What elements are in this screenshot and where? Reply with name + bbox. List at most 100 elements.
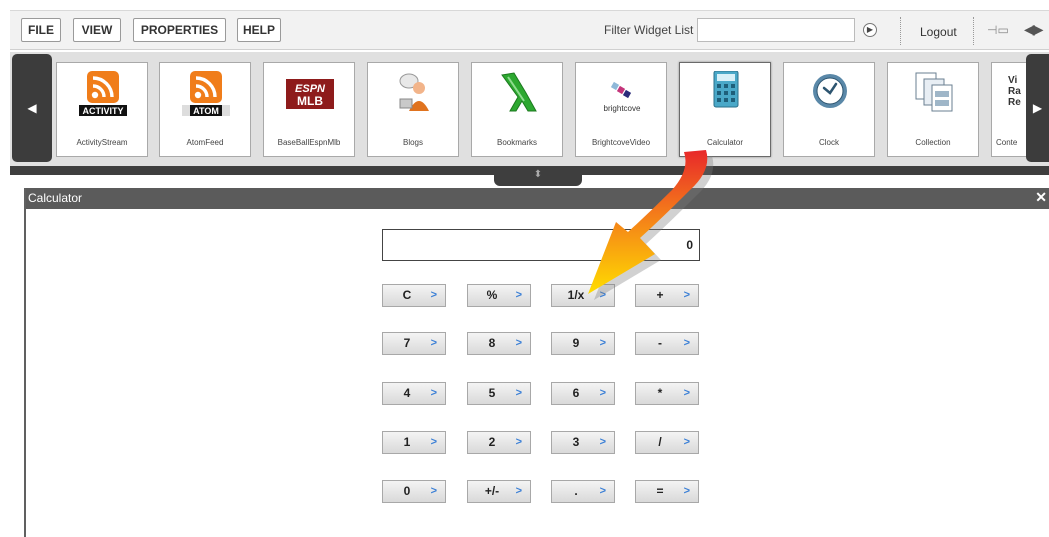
calc-key[interactable]: / > — [635, 431, 699, 454]
brightcove-logo-icon: brightcove — [604, 81, 641, 113]
calc-key[interactable]: 6 > — [551, 382, 615, 405]
blogger-person-icon — [399, 73, 429, 111]
widget-baseballespnmlb[interactable]: ESPN MLB BaseBallEspnMlb — [263, 62, 355, 157]
widget-label: AtomFeed — [186, 138, 224, 147]
calc-key-label: 8 — [488, 336, 496, 350]
help-menu-button[interactable]: HELP — [237, 18, 281, 42]
calc-key-label: + — [656, 288, 664, 302]
calc-key[interactable]: +/- > — [467, 480, 531, 503]
calc-key-label: 4 — [403, 386, 411, 400]
calc-key[interactable]: 7 > — [382, 332, 446, 355]
widget-label: BrightcoveVideo — [591, 138, 651, 147]
widget-atomfeed[interactable]: ATOM AtomFeed — [159, 62, 251, 157]
mlb-text: MLB — [297, 94, 323, 108]
filter-widget-list-label: Filter Widget List — [604, 23, 694, 37]
widget-label: ActivityStream — [76, 138, 128, 147]
chevron-right-icon: > — [515, 337, 522, 349]
widget-blogs[interactable]: Blogs — [367, 62, 459, 157]
calc-key[interactable]: * > — [635, 382, 699, 405]
calc-key[interactable]: 3 > — [551, 431, 615, 454]
chevron-right-icon: > — [683, 337, 690, 349]
chevron-right-icon: > — [683, 485, 690, 497]
calc-key-label: / — [658, 435, 662, 449]
calc-key[interactable]: 1 > — [382, 431, 446, 454]
divider — [900, 17, 901, 45]
brightcove-text: brightcove — [604, 104, 641, 113]
rss-icon: ACTIVITY — [79, 71, 127, 116]
logout-link[interactable]: Logout — [920, 25, 957, 39]
view-menu-button[interactable]: VIEW — [73, 18, 121, 42]
carousel-prev-button[interactable]: ◀ — [12, 54, 52, 162]
calc-key-label: 5 — [488, 386, 496, 400]
divider — [973, 17, 974, 45]
collapse-arrows-icon[interactable]: ◀▶ — [1024, 21, 1043, 38]
calc-key-label: % — [486, 288, 498, 302]
pin-icon[interactable]: ⊣▭ — [987, 23, 1009, 37]
widget-activitystream[interactable]: ACTIVITY ActivityStream — [56, 62, 148, 157]
espn-mlb-icon: ESPN MLB — [286, 79, 334, 109]
widget-label: Clock — [818, 138, 839, 147]
widget-brightcovevideo[interactable]: brightcove BrightcoveVideo — [575, 62, 667, 157]
chevron-right-icon: > — [515, 436, 522, 448]
widget-label: Blogs — [402, 138, 423, 147]
calc-key-label: 6 — [572, 386, 580, 400]
chevron-right-icon: > — [430, 485, 437, 497]
calc-key[interactable]: 5 > — [467, 382, 531, 405]
calc-key-label: . — [574, 484, 578, 498]
calc-key[interactable]: . > — [551, 480, 615, 503]
calculator-window-title: Calculator ✕ — [26, 188, 1049, 209]
window-title-text: Calculator — [28, 191, 83, 205]
calc-key[interactable]: 0 > — [382, 480, 446, 503]
close-icon[interactable]: ✕ — [1035, 188, 1047, 206]
atom-badge: ATOM — [193, 106, 219, 116]
widget-clock[interactable]: Clock — [783, 62, 875, 157]
calc-key-label: 3 — [572, 435, 580, 449]
widget-bookmarks[interactable]: Bookmarks — [471, 62, 563, 157]
chevron-right-icon: > — [430, 337, 437, 349]
carousel-next-button[interactable]: ▶ — [1026, 54, 1049, 162]
calc-key-label: C — [402, 288, 412, 302]
calc-key[interactable]: C > — [382, 284, 446, 307]
chevron-right-icon: > — [599, 436, 606, 448]
widget-calculator[interactable]: Calculator — [679, 62, 771, 157]
calc-key-label: - — [658, 336, 662, 350]
chevron-right-icon: > — [683, 436, 690, 448]
chevron-right-icon: > — [515, 485, 522, 497]
chevron-right-icon: > — [683, 387, 690, 399]
splitter-handle-icon[interactable]: ⬍ — [494, 166, 582, 186]
calc-key[interactable]: 8 > — [467, 332, 531, 355]
chevron-right-icon: > — [430, 387, 437, 399]
calc-key-label: * — [657, 386, 663, 400]
calc-key[interactable]: 1/x > — [551, 284, 615, 307]
bookmark-ribbon-icon — [501, 72, 537, 112]
widget-carousel: ◀ ACTIVITY ActivityStream ATOM AtomFeed — [10, 52, 1049, 166]
calc-key-label: 0 — [403, 484, 411, 498]
chevron-right-icon: > — [599, 289, 606, 301]
atom-feed-icon: ATOM — [182, 71, 230, 116]
calc-key[interactable]: 4 > — [382, 382, 446, 405]
widget-collection[interactable]: Collection — [887, 62, 979, 157]
calc-key-label: 1/x — [567, 288, 585, 302]
calc-key-label: 2 — [488, 435, 496, 449]
filter-widget-list-input[interactable] — [697, 18, 855, 42]
properties-menu-button[interactable]: PROPERTIES — [133, 18, 226, 42]
calc-key[interactable]: = > — [635, 480, 699, 503]
chevron-right-icon: > — [599, 337, 606, 349]
calc-key[interactable]: + > — [635, 284, 699, 307]
calculator-display: 0 — [382, 229, 700, 261]
calculator-icon — [713, 71, 739, 108]
menu-bar: FILE VIEW PROPERTIES HELP Filter Widget … — [10, 10, 1049, 50]
calc-key[interactable]: - > — [635, 332, 699, 355]
widget-label: Calculator — [706, 138, 743, 147]
file-menu-button[interactable]: FILE — [21, 18, 61, 42]
partial-widget-text: Vi Ra Re — [1008, 75, 1021, 108]
filter-go-icon[interactable]: ▶ — [863, 23, 877, 37]
chevron-right-icon: > — [683, 289, 690, 301]
calc-key-label: 7 — [403, 336, 411, 350]
chevron-right-icon: > — [515, 387, 522, 399]
calc-key[interactable]: 9 > — [551, 332, 615, 355]
calc-key[interactable]: % > — [467, 284, 531, 307]
calculator-window: Calculator ✕ 0 C >% >1/x > + >7 >8 >9 > - >4 >5 >6 > *… — [24, 188, 1049, 537]
chevron-right-icon: > — [515, 289, 522, 301]
calc-key[interactable]: 2 > — [467, 431, 531, 454]
